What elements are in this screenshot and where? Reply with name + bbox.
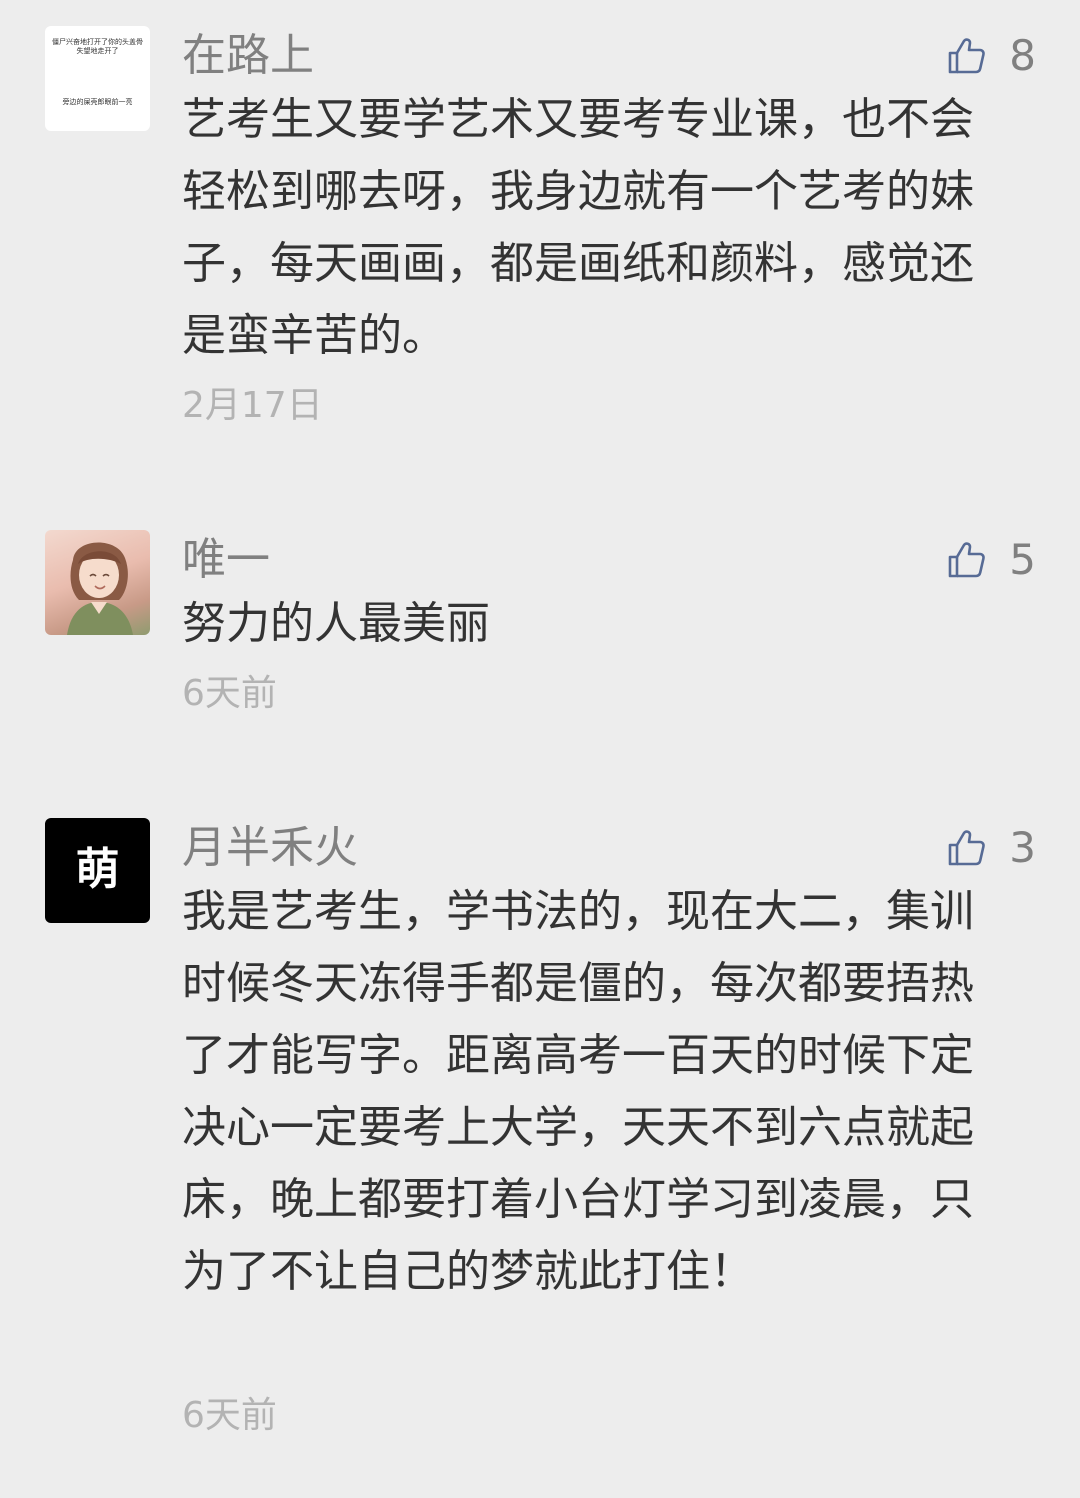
- like-count: 5: [1009, 535, 1036, 584]
- like-button[interactable]: 5: [947, 536, 1036, 584]
- commenter-name[interactable]: 唯一: [182, 534, 270, 586]
- like-button[interactable]: 8: [947, 32, 1036, 80]
- comment-time: 6天前: [182, 1395, 277, 1436]
- thumbs-up-icon: [948, 542, 986, 578]
- avatar-glyph: 萌: [75, 844, 120, 895]
- comment-text: 我是艺考生，学书法的，现在大二，集训时候冬天冻得手都是僵的，每次都要捂热了才能写…: [182, 886, 974, 1297]
- girl-portrait-image: [67, 542, 133, 635]
- avatar-caption: 僵尸兴奋地打开了你的头盖骨: [52, 38, 143, 46]
- comment-time: 2月17日: [182, 385, 323, 426]
- commenter-name[interactable]: 月半禾火: [182, 822, 358, 874]
- avatar-caption: 失望地走开了: [76, 47, 119, 55]
- avatar-caption: 旁边的屎壳郎眼前一亮: [62, 98, 133, 106]
- thumbs-up-icon: [948, 830, 986, 866]
- comment-text: 艺考生又要学艺术又要考专业课，也不会轻松到哪去呀，我身边就有一个艺考的妹子，每天…: [182, 94, 974, 361]
- like-count: 3: [1009, 823, 1036, 872]
- thumbs-up-icon: [948, 38, 986, 74]
- comment-time: 6天前: [182, 673, 277, 714]
- like-count: 8: [1009, 31, 1036, 80]
- avatar[interactable]: [45, 530, 150, 635]
- avatar[interactable]: 萌: [45, 818, 150, 923]
- comment-text: 努力的人最美丽: [182, 598, 490, 649]
- commenter-name[interactable]: 在路上: [182, 30, 314, 82]
- avatar[interactable]: 僵尸兴奋地打开了你的头盖骨 失望地走开了 旁边的屎壳郎眼前一亮: [45, 26, 150, 131]
- like-button[interactable]: 3: [947, 824, 1036, 872]
